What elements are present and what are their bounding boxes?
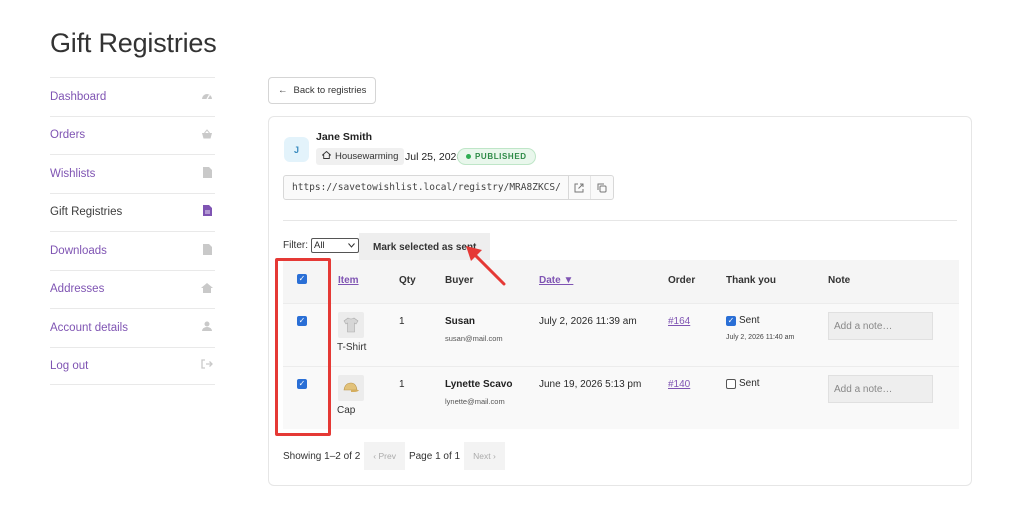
- sidebar-item-log-out[interactable]: Log out: [50, 346, 215, 385]
- user-icon: [199, 321, 215, 334]
- registry-card: J Jane Smith Housewarming Jul 25, 2026 P…: [268, 116, 972, 486]
- arrow-left-icon: ←: [278, 85, 288, 96]
- copy-icon[interactable]: [591, 176, 613, 199]
- item-qty: 1: [399, 379, 405, 390]
- sidebar-item-downloads[interactable]: Downloads: [50, 231, 215, 270]
- purchase-date: June 19, 2026 5:13 pm: [539, 379, 642, 390]
- buyer-name: Susan: [445, 316, 476, 327]
- sidebar-item-label: Account details: [50, 321, 128, 334]
- buyer-name: Lynette Scavo: [445, 379, 513, 390]
- prev-page-button[interactable]: ‹ Prev: [364, 442, 405, 470]
- sidebar-item-label: Log out: [50, 359, 89, 372]
- status-badge: PUBLISHED: [457, 148, 536, 165]
- sidebar-item-account-details[interactable]: Account details: [50, 308, 215, 347]
- registry-url-box: https://savetowishlist.local/registry/MR…: [283, 175, 614, 200]
- mark-selected-as-sent-button[interactable]: Mark selected as sent: [359, 233, 491, 261]
- next-page-button[interactable]: Next ›: [464, 442, 505, 470]
- table-header: ✓ Item Qty Buyer Date ▼ Order Thank you …: [283, 260, 959, 303]
- table-row: ✓ T-Shirt 1 Susan susan@mail.com July 2,…: [283, 303, 959, 366]
- purchase-date: July 2, 2026 11:39 am: [539, 316, 637, 327]
- sidebar-item-label: Addresses: [50, 283, 105, 296]
- dashboard-icon: [199, 90, 215, 103]
- sidebar-item-addresses[interactable]: Addresses: [50, 269, 215, 309]
- event-date: Jul 25, 2026: [405, 151, 463, 163]
- home-icon: [321, 150, 332, 162]
- row-checkbox[interactable]: ✓: [297, 378, 307, 389]
- select-all-checkbox[interactable]: ✓: [297, 273, 307, 284]
- file-icon: [199, 205, 215, 219]
- event-type-label: Housewarming: [335, 151, 399, 162]
- cap-thumbnail: [338, 375, 364, 401]
- item-qty: 1: [399, 316, 405, 327]
- col-header-order: Order: [668, 275, 696, 286]
- open-external-icon[interactable]: [569, 176, 591, 199]
- buyer-email: susan@mail.com: [445, 334, 503, 343]
- sent-toggle[interactable]: ✓ Sent: [726, 315, 760, 326]
- logout-icon: [199, 359, 215, 372]
- row-checkbox[interactable]: ✓: [297, 315, 307, 326]
- status-label: PUBLISHED: [475, 152, 527, 161]
- sent-toggle[interactable]: Sent: [726, 378, 760, 389]
- event-type-chip: Housewarming: [316, 148, 405, 165]
- sidebar-item-dashboard[interactable]: Dashboard: [50, 77, 215, 116]
- download-file-icon: [199, 243, 215, 258]
- registry-url[interactable]: https://savetowishlist.local/registry/MR…: [284, 176, 569, 199]
- avatar: J: [284, 137, 309, 162]
- sidebar-item-orders[interactable]: Orders: [50, 115, 215, 155]
- sent-label: Sent: [739, 378, 760, 389]
- registry-owner-name: Jane Smith: [316, 131, 373, 143]
- sidebar-item-label: Wishlists: [50, 167, 96, 180]
- sent-checkbox[interactable]: ✓: [726, 315, 736, 326]
- home-icon: [199, 282, 215, 296]
- filter-label: Filter:: [283, 240, 308, 251]
- item-name: T-Shirt: [337, 342, 367, 353]
- sidebar-item-wishlists[interactable]: Wishlists: [50, 154, 215, 193]
- sent-date: July 2, 2026 11:40 am: [726, 334, 795, 341]
- item-name: Cap: [337, 405, 356, 416]
- back-to-registries-label: Back to registries: [293, 85, 367, 96]
- note-input[interactable]: Add a note…: [828, 312, 933, 340]
- order-link[interactable]: #140: [668, 379, 690, 390]
- gifts-table: ✓ Item Qty Buyer Date ▼ Order Thank you …: [283, 260, 959, 429]
- table-row: ✓ Cap 1 Lynette Scavo lynette@mail.com J…: [283, 366, 959, 429]
- sent-checkbox[interactable]: [726, 378, 736, 389]
- filter-value: All: [314, 240, 325, 251]
- buyer-email: lynette@mail.com: [445, 397, 505, 406]
- sent-label: Sent: [739, 315, 760, 326]
- sidebar-item-label: Orders: [50, 129, 86, 142]
- page-title: Gift Registries: [50, 28, 217, 58]
- sort-date-link[interactable]: Date ▼: [539, 275, 573, 286]
- col-header-qty: Qty: [399, 275, 416, 286]
- chevron-down-icon: [348, 240, 355, 251]
- sidebar-item-label: Downloads: [50, 244, 107, 257]
- sidebar-item-label: Gift Registries: [50, 206, 123, 219]
- note-input[interactable]: Add a note…: [828, 375, 933, 403]
- status-dot-icon: [466, 154, 471, 159]
- tshirt-thumbnail: [338, 312, 364, 338]
- divider: [283, 220, 957, 221]
- back-to-registries-button[interactable]: ← Back to registries: [268, 77, 377, 104]
- col-header-thank-you: Thank you: [726, 275, 777, 286]
- pagination: Showing 1–2 of 2 ‹ Prev Page 1 of 1 Next…: [283, 442, 505, 470]
- sidebar-item-label: Dashboard: [50, 90, 107, 103]
- col-header-note: Note: [828, 275, 851, 286]
- order-link[interactable]: #164: [668, 316, 690, 327]
- basket-icon: [199, 128, 215, 142]
- account-sidebar: Dashboard Orders Wishlists Gift Registri…: [50, 77, 215, 385]
- sort-item-link[interactable]: Item: [338, 275, 359, 286]
- page-indicator: Page 1 of 1: [408, 450, 461, 462]
- filter-select[interactable]: All: [311, 238, 359, 253]
- col-header-buyer: Buyer: [445, 275, 474, 286]
- sidebar-item-gift-registries[interactable]: Gift Registries: [50, 192, 215, 232]
- showing-count: Showing 1–2 of 2: [283, 450, 361, 462]
- file-icon: [199, 166, 215, 181]
